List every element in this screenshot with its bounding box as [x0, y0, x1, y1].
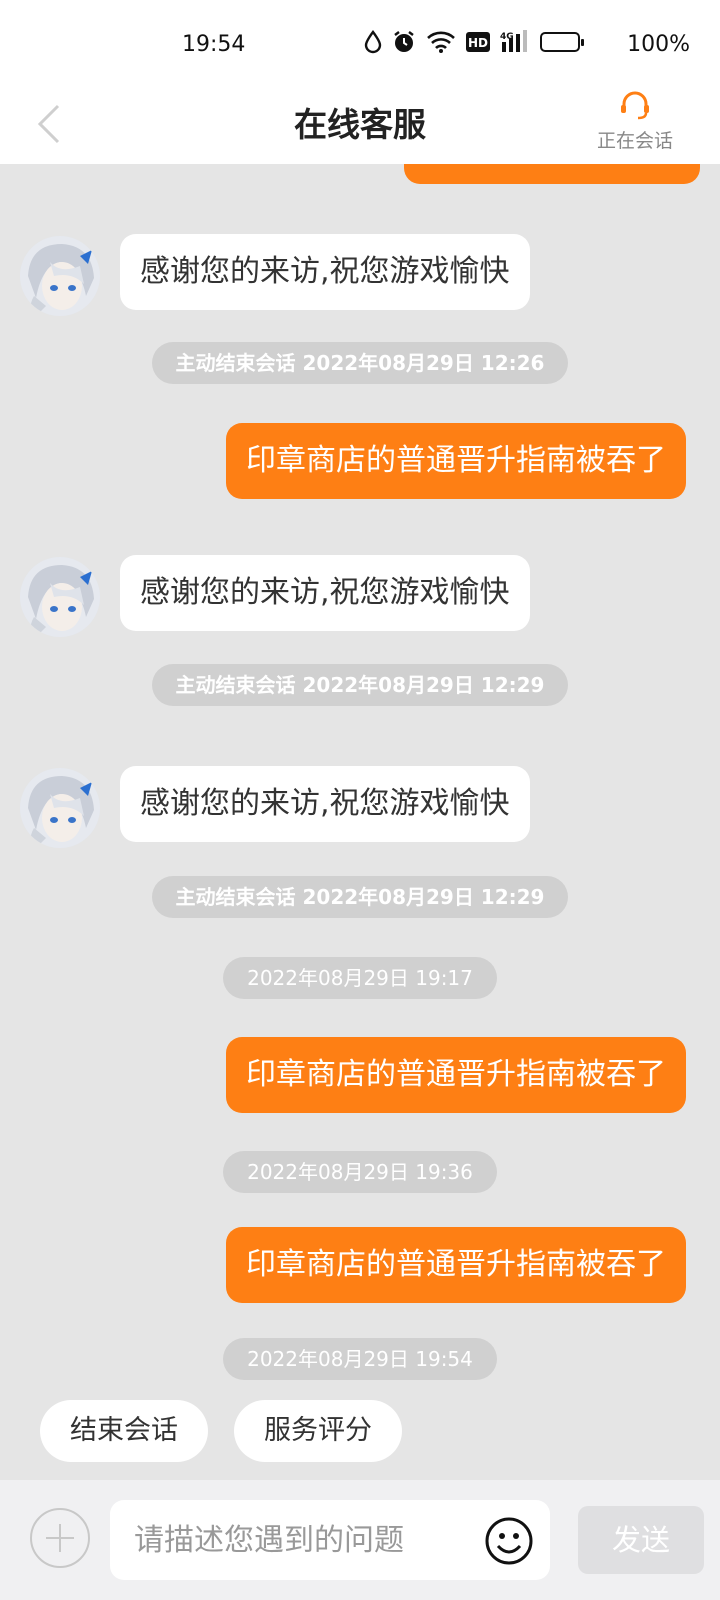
alarm-icon: [392, 30, 416, 54]
system-message-text: 主动结束会话 2022年08月29日 12:29: [151, 876, 569, 918]
agent-avatar: [20, 557, 100, 637]
headset-icon: [621, 91, 649, 120]
add-attachment-button[interactable]: [30, 1508, 90, 1568]
battery-icon: [540, 32, 584, 52]
input-bar: 发送: [0, 1480, 720, 1600]
system-message: 主动结束会话 2022年08月29日 12:29: [0, 664, 720, 706]
agent-message-bubble: 感谢您的来访,祝您游戏愉快: [120, 234, 530, 310]
system-message: 主动结束会话 2022年08月29日 12:26: [0, 342, 720, 384]
user-message-bubble: 印章商店的普通晋升指南被吞了: [226, 1227, 686, 1303]
message-input[interactable]: [134, 1500, 464, 1580]
hd-icon: HD: [466, 32, 490, 52]
nav-bar: 在线客服 正在会话: [0, 84, 720, 164]
system-message: 主动结束会话 2022年08月29日 12:29: [0, 876, 720, 918]
svg-text:HD: HD: [468, 36, 488, 50]
signal-4g-icon: 4G: [500, 30, 530, 54]
status-bar: 19:54 HD 4G 100%: [0, 0, 720, 84]
emoji-button[interactable]: [484, 1516, 534, 1566]
smiley-icon: [485, 1517, 533, 1565]
drop-icon: [364, 30, 382, 54]
rate-service-button[interactable]: 服务评分: [234, 1400, 402, 1462]
timestamp: 2022年08月29日 19:17: [0, 957, 720, 999]
system-message-text: 主动结束会话 2022年08月29日 12:26: [151, 342, 569, 384]
agent-message-bubble: 感谢您的来访,祝您游戏愉快: [120, 555, 530, 631]
timestamp-text: 2022年08月29日 19:36: [223, 1151, 497, 1193]
agent-avatar: [20, 236, 100, 316]
agent-avatar: [20, 768, 100, 848]
timestamp: 2022年08月29日 19:36: [0, 1151, 720, 1193]
session-status-label: 正在会话: [596, 130, 673, 152]
timestamp: 2022年08月29日 19:54: [0, 1338, 720, 1380]
status-time: 19:54: [182, 32, 246, 57]
timestamp-text: 2022年08月29日 19:54: [223, 1338, 497, 1380]
send-button[interactable]: 发送: [578, 1506, 704, 1574]
battery-percent: 100%: [627, 32, 690, 57]
message-input-box: [110, 1500, 550, 1580]
timestamp-text: 2022年08月29日 19:17: [223, 957, 497, 999]
user-message-bubble: [404, 164, 700, 184]
quick-actions: 结束会话 服务评分: [0, 1380, 720, 1480]
system-message-text: 主动结束会话 2022年08月29日 12:29: [151, 664, 569, 706]
user-message-bubble: 印章商店的普通晋升指南被吞了: [226, 1037, 686, 1113]
wifi-icon: [426, 31, 456, 53]
end-session-button[interactable]: 结束会话: [40, 1400, 208, 1462]
user-message-bubble: 印章商店的普通晋升指南被吞了: [226, 423, 686, 499]
agent-message-bubble: 感谢您的来访,祝您游戏愉快: [120, 766, 530, 842]
chat-area[interactable]: 感谢您的来访,祝您游戏愉快 主动结束会话 2022年08月29日 12:26 印…: [0, 164, 720, 1380]
status-icons: HD 4G: [364, 30, 584, 54]
session-status-button[interactable]: 正在会话: [590, 90, 680, 154]
